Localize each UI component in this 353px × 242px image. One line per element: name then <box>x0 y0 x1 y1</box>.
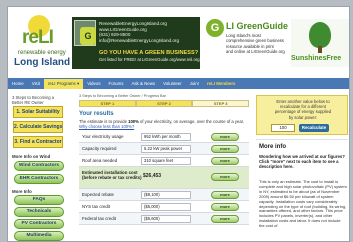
progress-step-2[interactable]: STEP 2 <box>135 100 193 107</box>
page: reLI renewable energy Long Island G Rene… <box>7 6 350 242</box>
results-panel: 3 Steps to Becoming a Better Owner / Pro… <box>76 91 251 241</box>
sidebar-more-wind: More Info on Wind <box>12 154 51 159</box>
table-row-highlight: Estimated installation cost (before reba… <box>79 167 249 189</box>
row-value: 952 kWh per month <box>141 133 191 141</box>
row-label: Estimated installation cost (before reba… <box>82 170 142 181</box>
nav-ask-news[interactable]: Ask & News <box>127 81 159 86</box>
recalculate-box: Enter another value below to recalculate… <box>256 95 348 135</box>
row-label: Expected rebate <box>82 192 114 197</box>
more-info-question: Wondering how we arrived at our figures?… <box>259 154 345 170</box>
more-info-panel: More info Wondering how we arrived at ou… <box>256 139 348 241</box>
greenguide-desc: Long Island's most comprehensive green b… <box>226 33 285 55</box>
logo-word: reLI <box>22 27 54 48</box>
recalculate-button[interactable]: Recalculate <box>299 124 329 132</box>
nav-videos[interactable]: Videos <box>83 81 104 86</box>
table-row: NYS tax credit ($5,000) more <box>79 201 249 213</box>
banner-line: info@RenewableEnergyLongIsland.org <box>99 37 180 43</box>
sunshine-label: SunshinesFree <box>291 55 342 62</box>
greenguide-icon: G <box>206 19 224 37</box>
more-button[interactable]: more <box>211 173 239 181</box>
sunshine-banner[interactable]: SunshinesFree <box>291 19 349 67</box>
banner-photo: G <box>74 20 96 46</box>
row-value: $26,453 <box>143 173 162 179</box>
step-solar-suitability[interactable]: 1. Solar Suitability <box>13 106 63 118</box>
breadcrumb: 3 Steps to Becoming a Better Owner / Pro… <box>79 94 166 98</box>
row-value: 5.22 kW peak power <box>141 145 191 153</box>
right-panel: Enter another value below to recalculate… <box>253 91 349 241</box>
results-table: Your electricity usage 952 kWh per month… <box>79 131 249 225</box>
multimedia-button[interactable]: Multimedia <box>14 231 64 241</box>
table-row: Your electricity usage 952 kWh per month… <box>79 131 249 143</box>
main-nav: Home Visit reLI Programs ▾ Videos Forums… <box>8 78 349 89</box>
sidebar-more-info: More Info <box>12 189 32 194</box>
nav-reli-members[interactable]: reLI Members <box>203 81 240 86</box>
faqs-button[interactable]: FAQs <box>14 195 64 205</box>
nav-visit[interactable]: Visit <box>28 81 44 86</box>
table-row: Federal tax credit ($5,600) more <box>79 213 249 225</box>
logo-place: Long Island <box>14 57 71 68</box>
left-sidebar: 3 Steps to Becoming a Better RE Owner 1.… <box>8 91 75 241</box>
more-button[interactable]: more <box>211 133 239 141</box>
row-label: NYS tax credit <box>82 204 111 209</box>
more-button[interactable]: more <box>211 145 239 153</box>
pv-contractors-button[interactable]: PV Contractors <box>14 219 64 229</box>
more-button[interactable]: more <box>211 203 239 211</box>
row-value: 310 square feet <box>141 157 191 165</box>
greenguide-banner[interactable]: G LI GreenGuide Long Island's most compr… <box>206 17 288 69</box>
table-row: Capacity required 5.22 kW peak power mor… <box>79 143 249 155</box>
progress-step-3[interactable]: STEP 3 <box>192 100 250 107</box>
nav-reli-programs[interactable]: reLI Programs ▾ <box>43 78 84 89</box>
wind-contractors-button[interactable]: Wind Contractors <box>14 161 64 171</box>
technicals-button[interactable]: Technicals <box>14 207 64 217</box>
tree-trunk <box>318 46 322 53</box>
nav-home[interactable]: Home <box>8 81 28 86</box>
nav-join[interactable]: Join! <box>186 81 203 86</box>
nav-forums[interactable]: Forums <box>105 81 128 86</box>
banner-cta: Get listed for FREE! at LIGreenGuide.org… <box>99 57 200 62</box>
row-label: Capacity required <box>82 146 117 151</box>
why-less-link[interactable]: Why choose less than 100%? <box>79 124 134 129</box>
green-business-banner[interactable]: G RenewableEnergyLongIsland.org www.LIGr… <box>72 17 200 69</box>
table-row: Roof area needed 310 square feet more <box>79 155 249 167</box>
ehr-contractors-button[interactable]: EHR Contractors <box>14 174 64 184</box>
recalculate-line: by solar power: <box>288 114 318 120</box>
progress-step-1[interactable]: STEP 1 <box>79 100 136 107</box>
tree-icon <box>309 22 331 48</box>
row-value: ($5,600) <box>141 215 191 223</box>
row-label: Roof area needed <box>82 158 118 163</box>
row-label: Your electricity usage <box>82 134 124 139</box>
site-header: reLI renewable energy Long Island G Rene… <box>8 7 349 75</box>
logo-tag: renewable energy <box>18 50 66 56</box>
more-info-title: More info <box>259 144 286 150</box>
row-label: Federal tax credit <box>82 216 116 221</box>
reli-logo[interactable]: reLI renewable energy Long Island <box>14 13 70 69</box>
sidebar-intro: 3 Steps to Becoming a Better RE Owner <box>12 95 54 105</box>
banner-tagline: GO YOU HAVE A GREEN BUSINESS? <box>99 50 199 56</box>
guide-icon: G <box>80 27 96 45</box>
step-find-contractor[interactable]: 3. Find a Contractor <box>13 136 63 148</box>
results-title: Your results <box>79 111 114 117</box>
results-note-text: of your electricity, on average, over th… <box>140 119 244 124</box>
row-value: ($5,000) <box>141 203 191 211</box>
table-row: Expected rebate ($8,100) more <box>79 189 249 201</box>
nav-volunteer[interactable]: Volunteer <box>159 81 186 86</box>
percent-input[interactable]: 100 <box>271 124 295 132</box>
more-button[interactable]: more <box>211 215 239 223</box>
banner-contact: RenewableEnergyLongIsland.org www.LIGree… <box>99 21 179 43</box>
sidebar-intro-line: Better RE Owner <box>12 100 44 105</box>
row-value: ($8,100) <box>141 191 191 199</box>
more-button[interactable]: more <box>211 157 239 165</box>
recalculate-text: Enter another value below to recalculate… <box>261 99 345 120</box>
results-note: The estimate is to provide 100% of your … <box>79 119 249 129</box>
greenguide-title: LI GreenGuide <box>226 21 289 31</box>
step-calculate-savings[interactable]: 2. Calculate Savings <box>13 121 63 133</box>
progress-bar: STEP 1 STEP 2 STEP 3 <box>79 100 250 107</box>
more-info-answer: This is only an estimate. The cost to in… <box>259 179 347 229</box>
greenguide-line: and online at LIGreenGuide.org <box>226 49 285 55</box>
more-button[interactable]: more <box>211 191 239 199</box>
